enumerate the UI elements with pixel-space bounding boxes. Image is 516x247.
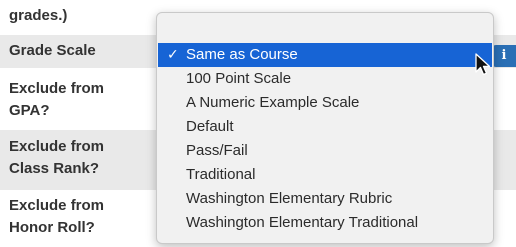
exclude-class-rank-label-line2: Class Rank? — [9, 160, 100, 177]
option-label: Traditional — [186, 166, 256, 183]
option-label: Default — [186, 118, 234, 135]
option-label: Same as Course — [186, 46, 298, 63]
grades-note-label: grades.) — [9, 7, 68, 24]
option-label: Washington Elementary Rubric — [186, 190, 393, 207]
info-icon[interactable]: i — [492, 45, 516, 67]
dropdown-option[interactable]: 100 Point Scale — [158, 67, 492, 91]
option-label: Washington Elementary Traditional — [186, 214, 419, 231]
option-label: 100 Point Scale — [186, 70, 292, 87]
exclude-gpa-label-line1: Exclude from — [9, 80, 105, 97]
grade-scale-dropdown-menu[interactable]: ✓ Same as Course 100 Point Scale A Numer… — [156, 12, 494, 244]
mouse-pointer-icon — [475, 53, 491, 76]
dropdown-option[interactable]: Washington Elementary Rubric — [158, 187, 492, 211]
option-label: A Numeric Example Scale — [186, 94, 360, 111]
option-label: Pass/Fail — [186, 142, 248, 159]
exclude-honor-roll-label-line2: Honor Roll? — [9, 219, 95, 236]
dropdown-option[interactable]: Pass/Fail — [158, 139, 492, 163]
exclude-honor-roll-label-line1: Exclude from — [9, 197, 105, 214]
dropdown-option[interactable]: Washington Elementary Traditional — [158, 211, 492, 235]
grade-scale-label: Grade Scale — [9, 42, 96, 59]
dropdown-option[interactable]: Default — [158, 115, 492, 139]
exclude-class-rank-label-line1: Exclude from — [9, 138, 105, 155]
exclude-gpa-label-line2: GPA? — [9, 102, 50, 119]
dropdown-option[interactable]: Traditional — [158, 163, 492, 187]
dropdown-option[interactable]: A Numeric Example Scale — [158, 91, 492, 115]
checkmark-icon: ✓ — [167, 47, 179, 63]
dropdown-option[interactable]: ✓ Same as Course — [158, 43, 492, 67]
